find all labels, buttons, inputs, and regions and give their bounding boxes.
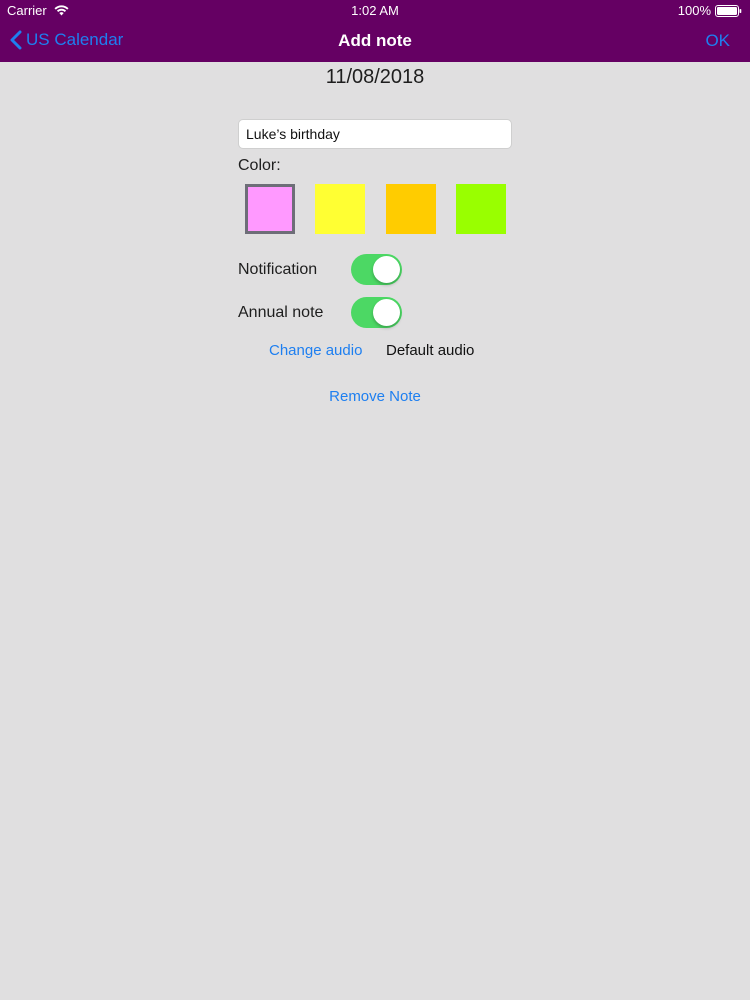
notification-toggle[interactable] (351, 254, 402, 285)
header: Carrier 1:02 AM 100% US Calendar Add not… (0, 0, 750, 62)
note-title-input[interactable] (238, 119, 512, 149)
color-swatch-yellow[interactable] (315, 184, 365, 234)
notification-label: Notification (238, 261, 318, 278)
color-swatch-orange[interactable] (386, 184, 436, 234)
change-audio-button[interactable]: Change audio (269, 342, 362, 359)
toggle-knob (373, 256, 400, 283)
nav-bar: US Calendar Add note OK (0, 20, 750, 62)
status-time: 1:02 AM (351, 3, 399, 18)
color-swatch-pink[interactable] (245, 184, 295, 234)
ok-button[interactable]: OK (705, 31, 730, 51)
battery-icon (715, 4, 742, 17)
status-bar: Carrier 1:02 AM 100% (0, 0, 750, 20)
audio-value: Default audio (386, 342, 475, 359)
color-label: Color: (238, 157, 281, 174)
page-title: Add note (338, 31, 412, 50)
remove-note-button[interactable]: Remove Note (0, 388, 750, 405)
status-right: 100% (678, 3, 742, 18)
toggle-knob (373, 299, 400, 326)
color-swatch-green[interactable] (456, 184, 506, 234)
battery-percent: 100% (677, 3, 711, 18)
date-title: 11/08/2018 (325, 66, 425, 88)
annual-note-toggle[interactable] (351, 297, 402, 328)
annual-note-label: Annual note (238, 304, 324, 321)
